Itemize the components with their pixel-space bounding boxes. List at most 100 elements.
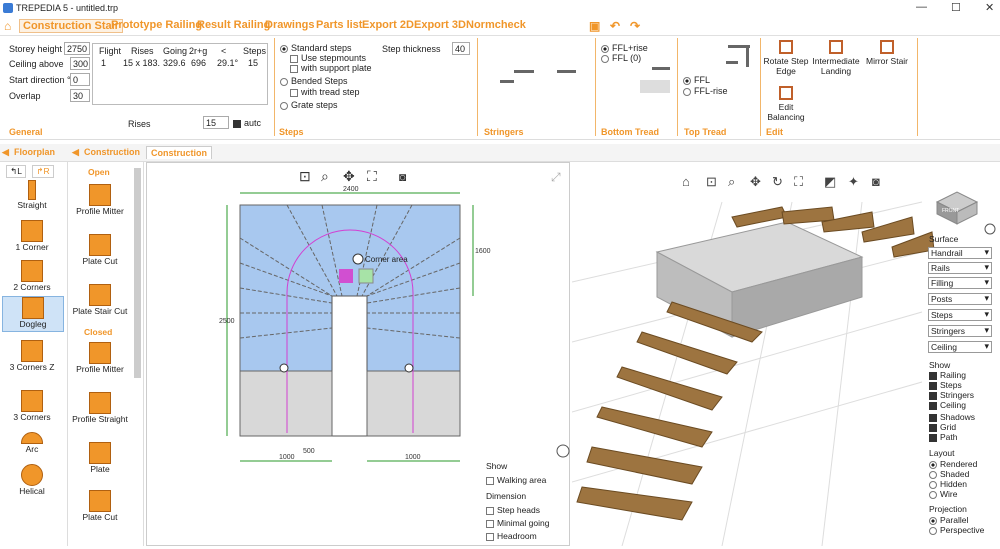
view-3d[interactable]: ⌂ ⊡ ⌕ ✥ ↻ ⛶ ◩ ✦ ◙ FRONT Surface Handrail…	[571, 162, 1000, 547]
home-view-icon[interactable]: ⌂	[682, 174, 690, 189]
posts-dropdown[interactable]: Posts	[928, 293, 992, 305]
fit-3d-icon[interactable]: ⛶	[793, 174, 804, 189]
intermediate-landing-button[interactable]: Intermediate Landing	[812, 40, 860, 76]
pan-icon[interactable]: ✥	[343, 168, 355, 184]
expand-icon[interactable]: ⤢	[550, 170, 561, 184]
zoom-icon[interactable]: ⌕	[321, 168, 329, 184]
stringers-dropdown[interactable]: Stringers	[928, 325, 992, 337]
maximize-icon[interactable]: ☐	[951, 1, 961, 14]
menu-prototype[interactable]: Prototype Railing	[111, 19, 202, 31]
scrollbar[interactable]	[134, 168, 141, 378]
minimize-icon[interactable]: —	[916, 1, 927, 13]
pan-3d-icon[interactable]: ✥	[750, 174, 761, 189]
tab-construction-lib[interactable]: Construction	[84, 147, 140, 157]
minus-icon[interactable]	[279, 363, 289, 373]
close-icon[interactable]: ✕	[985, 1, 994, 14]
save-icon[interactable]: ▣	[589, 19, 600, 33]
menu-parts[interactable]: Parts list	[316, 19, 362, 31]
plate-cut-closed[interactable]: Plate Cut	[72, 490, 128, 522]
plate-stair-cut[interactable]: Plate Stair Cut	[72, 284, 128, 316]
ffl-rise-radio[interactable]: FFL+rise	[601, 43, 648, 53]
home-icon[interactable]: ⌂	[4, 19, 11, 33]
flight-table[interactable]: Flight Rises Going 2r+g < Steps 1 15 x 1…	[92, 43, 268, 105]
section-icon[interactable]: ◩	[824, 174, 836, 189]
construction-back-icon[interactable]: ◀	[72, 147, 79, 158]
show-grid-checkbox[interactable]: Grid	[929, 422, 956, 432]
minimal-going-checkbox[interactable]: Minimal going	[486, 518, 549, 528]
projection-parallel-radio[interactable]: Parallel	[929, 515, 968, 525]
ffl-radio[interactable]: FFL	[683, 75, 710, 85]
start-input[interactable]: 0	[70, 73, 90, 86]
light-icon[interactable]: ✦	[848, 174, 859, 189]
show-railing-checkbox[interactable]: Railing	[929, 370, 966, 380]
collapse-icon[interactable]	[352, 253, 364, 265]
walking-area-checkbox[interactable]: Walking area	[486, 475, 546, 485]
support-checkbox[interactable]: with support plate	[290, 63, 372, 73]
layout-hidden-radio[interactable]: Hidden	[929, 479, 967, 489]
menu-export2d[interactable]: Export 2D	[362, 19, 414, 31]
menu-result[interactable]: Result Railing	[197, 19, 270, 31]
autc-checkbox[interactable]: autc	[233, 118, 261, 128]
show-ceiling-checkbox[interactable]: Ceiling	[929, 400, 966, 410]
undo-icon[interactable]: ↶	[610, 19, 620, 33]
minus-icon[interactable]	[404, 363, 414, 373]
ceiling-dropdown[interactable]: Ceiling	[928, 341, 992, 353]
redo-icon[interactable]: ↷	[630, 19, 640, 33]
stepmounts-checkbox[interactable]: Use stepmounts	[290, 53, 366, 63]
layout-shaded-radio[interactable]: Shaded	[929, 469, 969, 479]
stringer-preview-icon[interactable]	[498, 62, 580, 88]
steps-dropdown[interactable]: Steps	[928, 309, 992, 321]
rails-dropdown[interactable]: Rails	[928, 262, 992, 274]
handrail-dropdown[interactable]: Handrail	[928, 247, 992, 259]
camera-3d-icon[interactable]: ◙	[872, 174, 880, 189]
menu-construction[interactable]: Construction Stair	[19, 19, 123, 33]
floor-plan-drawing[interactable]: ⊡ ⌕ ✥ ⛶ ◙ ⤢ 2400 2500 1600 1000 500 1000…	[147, 163, 571, 547]
thickness-input[interactable]: 40	[452, 42, 470, 55]
tab-construction-view[interactable]: Construction	[146, 146, 212, 159]
panel-toggle-icon[interactable]	[984, 223, 996, 235]
step-heads-checkbox[interactable]: Step heads	[486, 505, 540, 515]
stair-1-corner[interactable]: 1 Corner	[4, 220, 60, 252]
overlap-input[interactable]: 30	[70, 89, 90, 102]
fit-icon[interactable]: ⛶	[367, 168, 377, 184]
profile-straight[interactable]: Profile Straight	[72, 392, 128, 424]
layout-wire-radio[interactable]: Wire	[929, 489, 957, 499]
show-path-checkbox[interactable]: Path	[929, 432, 958, 442]
profile-mitter-open[interactable]: Profile Mitter	[72, 184, 128, 216]
bended-steps-radio[interactable]: Bended Steps	[280, 76, 348, 86]
stair-dogleg[interactable]: Dogleg	[2, 296, 64, 332]
show-stringers-checkbox[interactable]: Stringers	[929, 390, 974, 400]
rotate-3d-icon[interactable]: ↻	[772, 174, 783, 189]
profile-mitter-closed[interactable]: Profile Mitter	[72, 342, 128, 374]
zoom-3d-icon[interactable]: ⌕	[728, 174, 735, 189]
filling-dropdown[interactable]: Filling	[928, 277, 992, 289]
grate-steps-radio[interactable]: Grate steps	[280, 100, 338, 110]
zoom-area-3d-icon[interactable]: ⊡	[706, 174, 717, 189]
camera-icon[interactable]: ◙	[399, 170, 406, 184]
ffl-minus-rise-radio[interactable]: FFL-rise	[683, 86, 728, 96]
headroom-checkbox[interactable]: Headroom	[486, 531, 537, 541]
ffl0-radio[interactable]: FFL (0)	[601, 53, 641, 63]
plate[interactable]: Plate	[72, 442, 128, 474]
layout-rendered-radio[interactable]: Rendered	[929, 459, 977, 469]
show-shadows-checkbox[interactable]: Shadows	[929, 412, 975, 422]
storey-input[interactable]: 2750	[64, 42, 90, 55]
stair-2-corners[interactable]: 2 Corners	[4, 260, 60, 292]
next-icon[interactable]	[556, 444, 570, 458]
stair-3-corners[interactable]: 3 Corners	[4, 390, 60, 422]
zoom-area-icon[interactable]: ⊡	[299, 168, 311, 184]
ceiling-input[interactable]: 300	[70, 57, 90, 70]
plan-canvas[interactable]: ⊡ ⌕ ✥ ⛶ ◙ ⤢ 2400 2500 1600 1000 500 1000…	[146, 162, 570, 546]
floorplan-back-icon[interactable]: ◀	[2, 147, 9, 158]
edit-balancing-button[interactable]: Edit Balancing	[762, 86, 810, 122]
menu-export3d[interactable]: Export 3D	[414, 19, 466, 31]
stair-3-corners-z[interactable]: 3 Corners Z	[4, 340, 60, 372]
tab-floorplan[interactable]: Floorplan	[14, 147, 55, 157]
corner-marker[interactable]	[339, 269, 353, 283]
tab-right[interactable]: ↱R	[32, 165, 54, 178]
show-steps-checkbox[interactable]: Steps	[929, 380, 962, 390]
corner-marker[interactable]	[358, 268, 374, 284]
projection-perspective-radio[interactable]: Perspective	[929, 525, 984, 535]
menu-drawings[interactable]: Drawings	[265, 19, 315, 31]
stair-arc[interactable]: Arc	[4, 432, 60, 454]
